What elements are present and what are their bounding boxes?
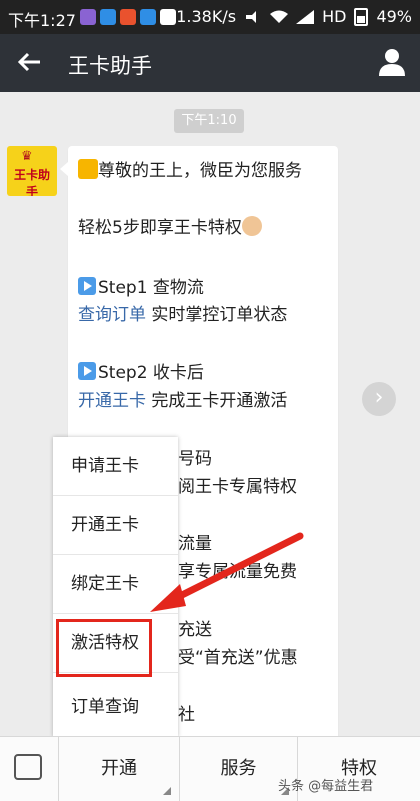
message-line: 号码	[178, 449, 212, 469]
wifi-icon	[270, 10, 289, 23]
activate-card-link[interactable]: 开通王卡	[78, 391, 146, 411]
message-line: 受“首充送”优惠	[178, 648, 298, 668]
title-bar: 王卡助手	[0, 34, 420, 92]
avatar-logo-text: 王卡助手	[13, 168, 50, 196]
person-icon	[379, 49, 405, 76]
message-line: Step2 收卡后	[78, 358, 204, 383]
profile-button[interactable]	[374, 44, 410, 80]
message-line: 阅王卡专属特权	[178, 477, 297, 497]
menu-item-bind[interactable]: 绑定王卡	[53, 555, 178, 614]
play-icon	[78, 362, 96, 380]
back-button[interactable]	[14, 46, 46, 78]
message-line: 查询订单 实时掌控订单状态	[78, 305, 288, 325]
keyboard-toggle-button[interactable]	[0, 737, 59, 801]
message-line: 尊敬的王上，微臣为您服务	[78, 156, 302, 181]
menu-item-open[interactable]: 开通王卡	[53, 496, 178, 555]
message-line: 流量	[178, 534, 212, 554]
app-notification-icon	[100, 9, 116, 25]
signal-icon	[296, 9, 315, 24]
status-time: 下午1:27	[8, 11, 76, 30]
order-query-link[interactable]: 查询订单	[78, 305, 146, 325]
network-type: HD	[322, 7, 347, 26]
keyboard-icon	[14, 754, 42, 780]
mute-icon	[246, 10, 257, 23]
popup-menu: 申请王卡 开通王卡 绑定王卡 激活特权 订单查询	[53, 437, 178, 737]
notification-icons	[80, 9, 176, 25]
avatar[interactable]: ♛ 王卡助手	[7, 146, 57, 196]
app-notification-icon	[120, 9, 136, 25]
watermark: 头条 @每益生君	[278, 779, 374, 794]
play-icon	[78, 277, 96, 295]
message-line: 充送	[178, 620, 212, 640]
network-speed: 1.38K/s	[176, 7, 237, 26]
app-notification-icon	[140, 9, 156, 25]
arrow-left-icon	[17, 52, 40, 72]
battery-level: 49%	[376, 7, 412, 26]
person-emoji-icon	[241, 216, 262, 236]
message-line: 开通王卡 完成王卡开通激活	[78, 391, 288, 411]
highlight-box	[56, 619, 152, 677]
submenu-indicator-icon	[163, 787, 171, 795]
message-line: 轻松5步即享王卡特权	[78, 213, 262, 238]
crown-emoji-icon	[78, 159, 98, 179]
app-notification-icon	[80, 9, 96, 25]
scroll-right-button[interactable]: ›	[362, 382, 396, 416]
message-timestamp: 下午1:10	[174, 109, 244, 133]
message-line: Step1 查物流	[78, 273, 204, 298]
status-right: 1.38K/s HD 49%	[176, 7, 412, 26]
message-line: 社	[178, 705, 195, 725]
menu-item-apply[interactable]: 申请王卡	[53, 437, 178, 496]
message-line: 享专属流量免费	[178, 562, 297, 582]
chevron-right-icon: ›	[374, 385, 384, 410]
battery-icon	[354, 7, 369, 26]
crown-icon: ♛	[21, 149, 33, 164]
page-title: 王卡助手	[68, 54, 152, 78]
menu-item-order-query[interactable]: 订单查询	[53, 678, 178, 737]
app-notification-icon	[160, 9, 176, 25]
status-bar: 下午1:27 1.38K/s HD 49%	[0, 0, 420, 34]
tab-open[interactable]: 开通	[59, 737, 180, 801]
